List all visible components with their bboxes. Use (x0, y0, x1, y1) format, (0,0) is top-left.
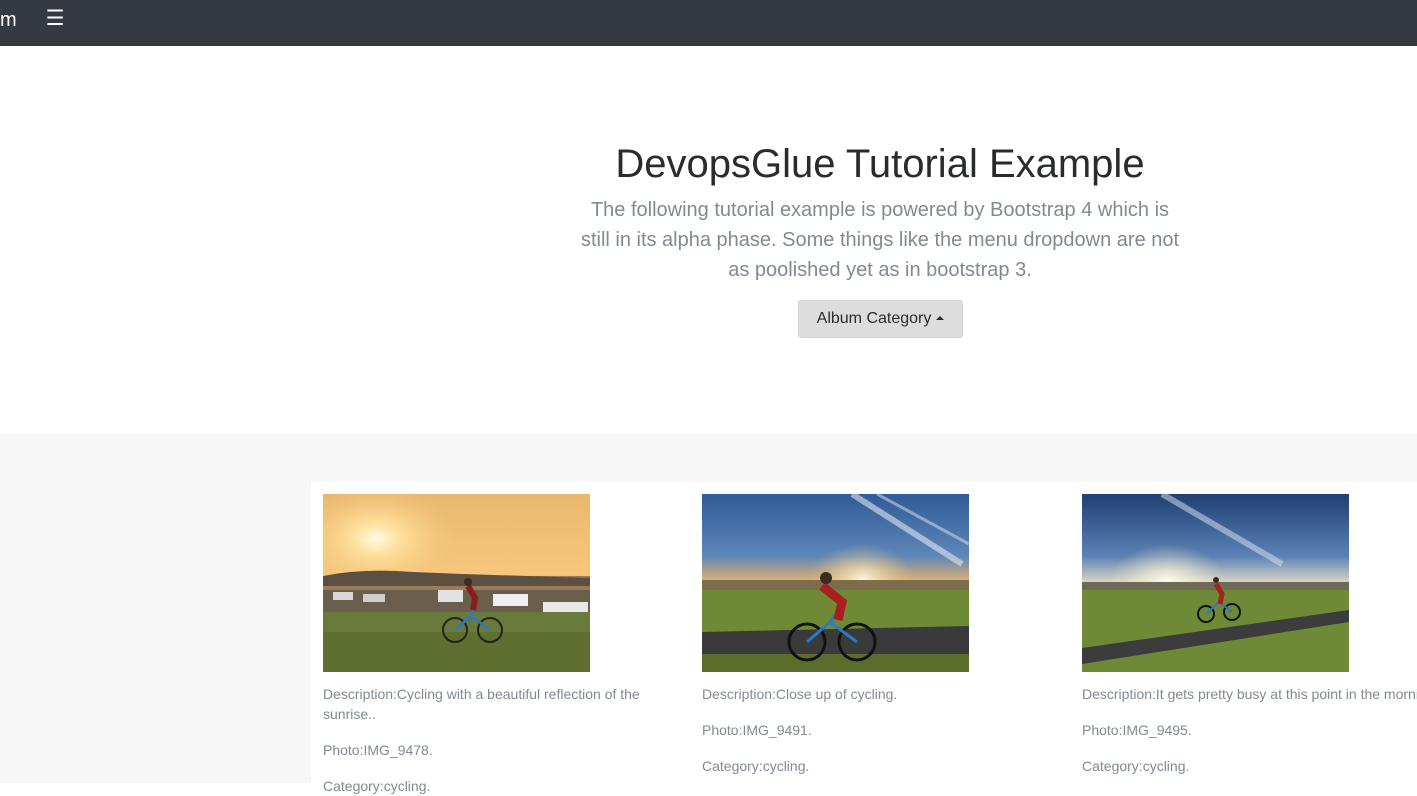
card-category: Category:cycling. (1082, 758, 1190, 774)
card-description: Description:It gets pretty busy at this … (1082, 686, 1417, 702)
album-category-label: Album Category (816, 310, 932, 327)
album-card: Description:It gets pretty busy at this … (1082, 494, 1417, 776)
card-photo: Photo:IMG_9491. (702, 722, 812, 738)
album-cards-container: Description:Cycling with a beautiful ref… (311, 482, 1417, 794)
card-description: Description:Cycling with a beautiful ref… (323, 686, 640, 722)
caret-up-icon (936, 316, 945, 320)
cycling-busy-morning-photo[interactable] (1082, 494, 1349, 672)
navbar-brand[interactable]: m (0, 8, 17, 32)
card-photo: Photo:IMG_9495. (1082, 722, 1192, 738)
card-category: Category:cycling. (323, 778, 431, 794)
jumbotron: DevopsGlue Tutorial Example The followin… (0, 46, 1417, 434)
card-description: Description:Close up of cycling. (702, 686, 898, 702)
album-card: Description:Close up of cycling. Photo:I… (702, 494, 1072, 776)
card-photo: Photo:IMG_9478. (323, 742, 433, 758)
hamburger-menu-icon[interactable]: ☰ (44, 8, 66, 30)
cycling-sunrise-reflection-photo[interactable] (323, 494, 590, 672)
card-category: Category:cycling. (702, 758, 810, 774)
album-section: Description:Cycling with a beautiful ref… (0, 434, 1417, 794)
album-category-dropdown-button[interactable]: Album Category (798, 300, 963, 338)
album-card: Description:Cycling with a beautiful ref… (323, 494, 693, 796)
cycling-closeup-photo[interactable] (702, 494, 969, 672)
top-navbar: m ☰ (0, 0, 1417, 46)
lead-text: The following tutorial example is powere… (580, 199, 1180, 281)
page-title: DevopsGlue Tutorial Example (615, 142, 1145, 186)
